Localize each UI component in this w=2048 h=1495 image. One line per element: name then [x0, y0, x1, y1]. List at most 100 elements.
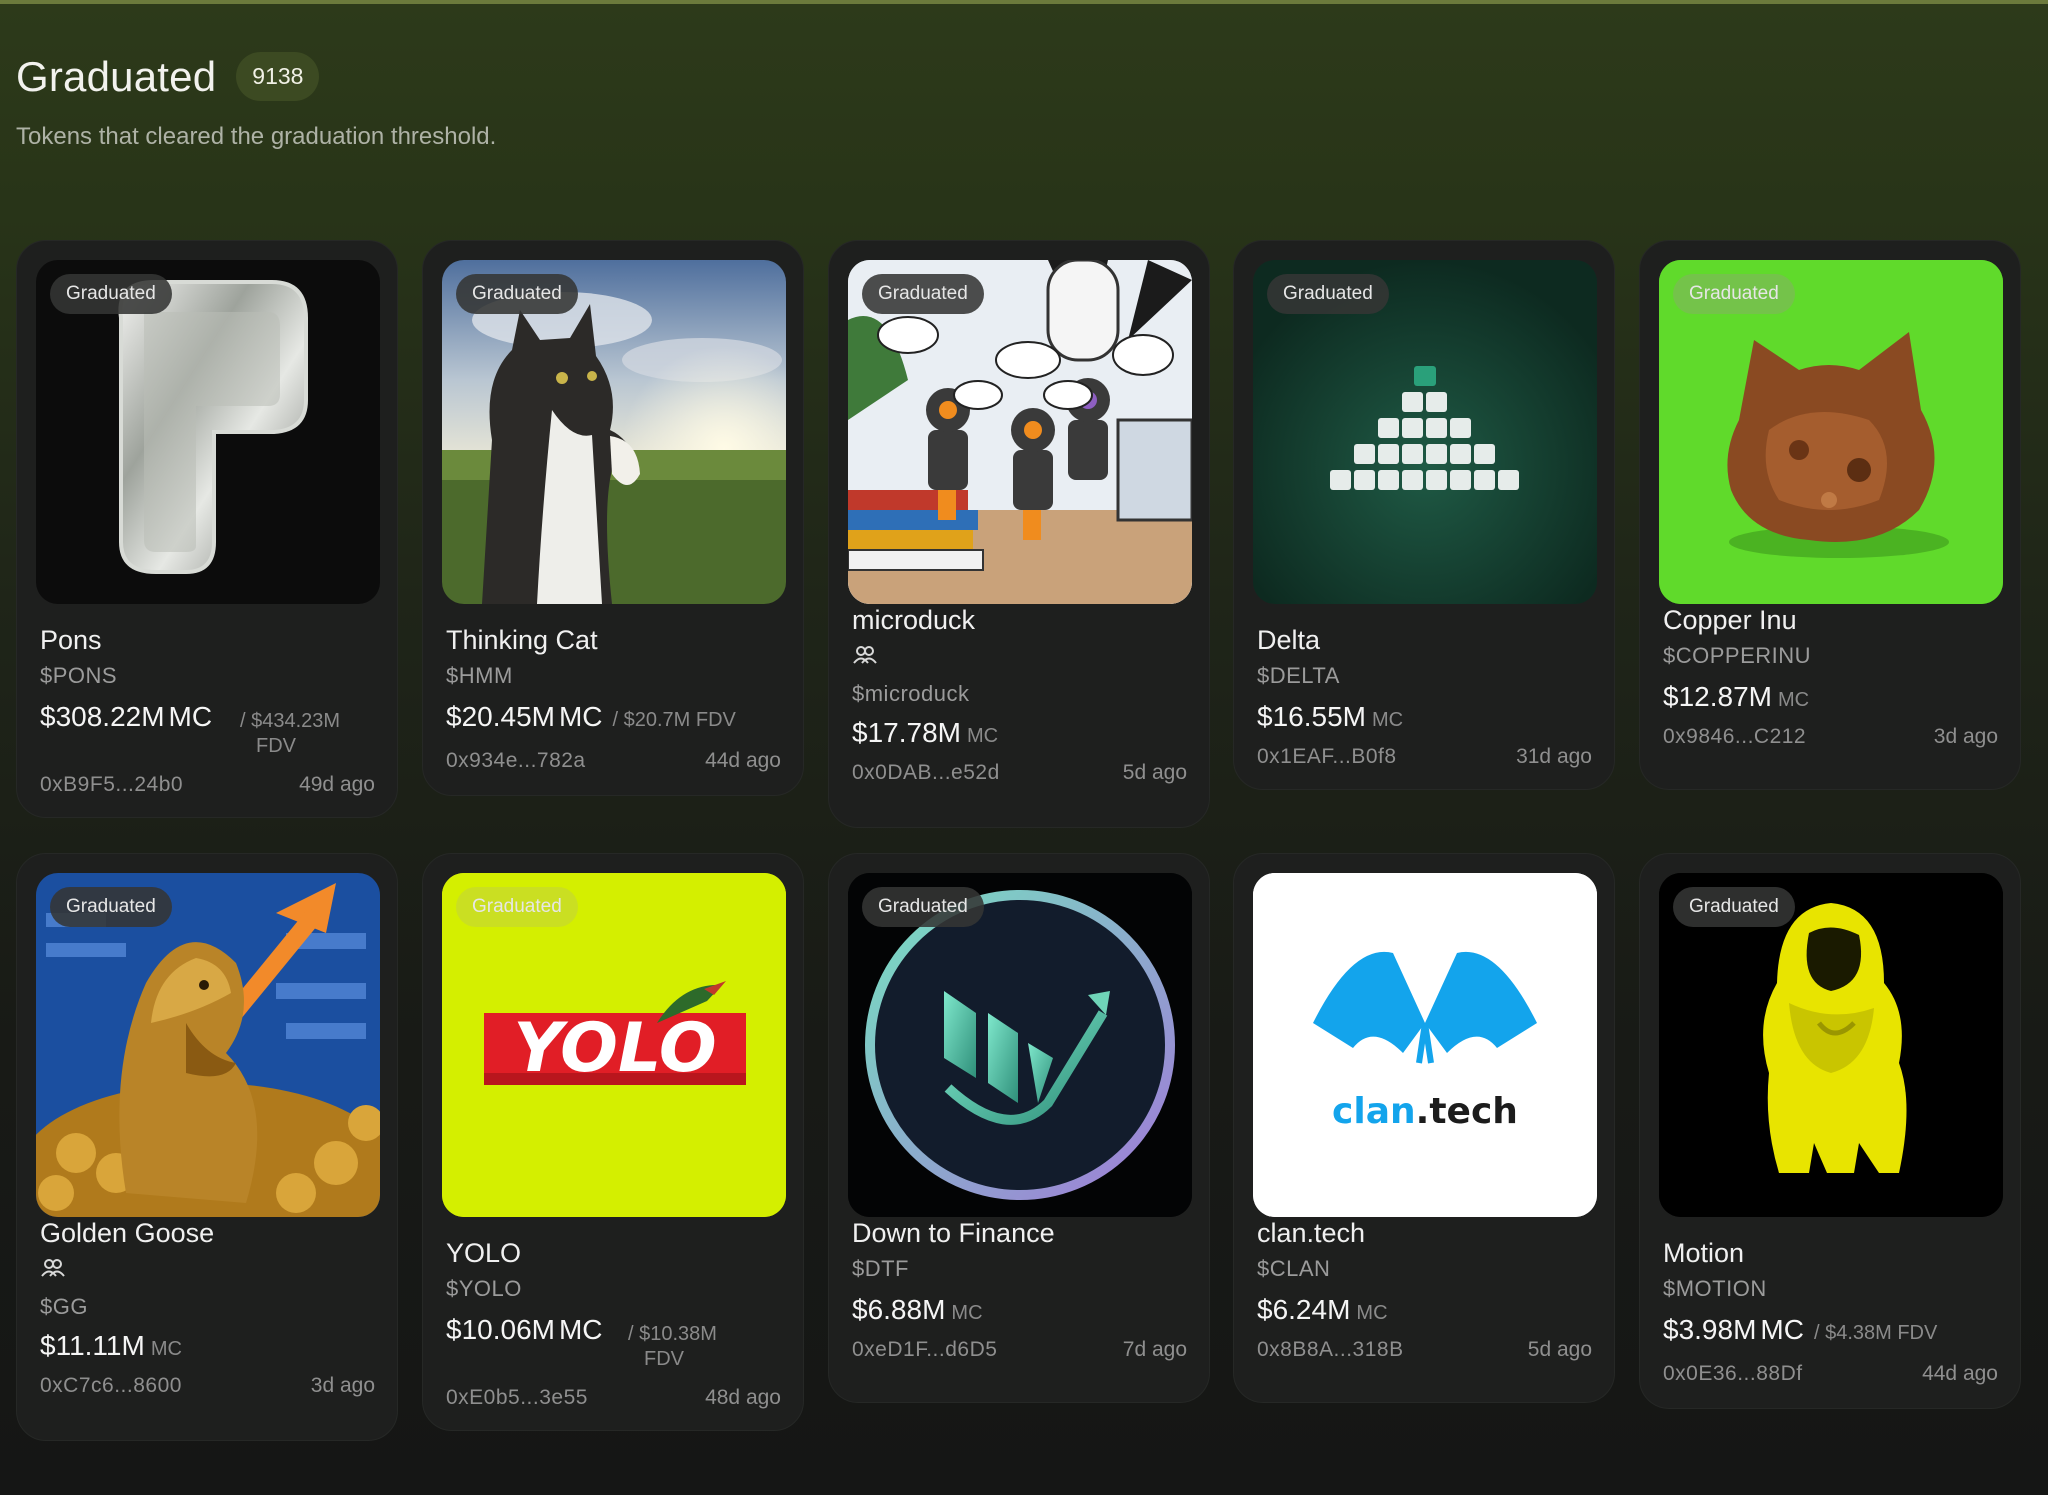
market-cap-unit: MC [1777, 689, 1810, 711]
token-address[interactable]: 0xC7c6...8600 [40, 1374, 182, 1398]
graduated-badge: Graduated [1267, 274, 1389, 314]
token-image-clan-tech: clan.tech [1253, 873, 1597, 1217]
fdv-value: / $20.7M FDV [612, 709, 736, 731]
token-image-motion: Graduated [1659, 873, 2003, 1217]
token-ticker: $DELTA [1257, 663, 1340, 688]
token-image-copper-inu: Graduated [1659, 260, 2003, 604]
market-cap-value: $20.45M [446, 701, 555, 732]
market-cap: $6.88M MC [852, 1294, 983, 1326]
delta-cube [1402, 392, 1423, 412]
clan-tech-logo-image: clan.tech [1253, 873, 1597, 1217]
token-address[interactable]: 0x0DAB...e52d [852, 761, 1000, 785]
graduated-badge: Graduated [456, 274, 578, 314]
token-image-yolo: YOLO Graduated [442, 873, 786, 1217]
market-cap-unit: MC [1371, 709, 1404, 731]
delta-cube [1450, 444, 1471, 464]
token-image-microduck: Graduated [848, 260, 1192, 604]
market-cap-value: $12.87M [1663, 681, 1772, 712]
page-title: Graduated [16, 52, 217, 100]
market-cap-unit: MC [168, 701, 213, 732]
tech-logo-text: .tech [1416, 1091, 1518, 1132]
market-cap: $3.98M MC / $4.38M FDV [1663, 1314, 1937, 1346]
market-cap-value: $17.78M [852, 717, 961, 748]
token-name: YOLO [446, 1238, 522, 1268]
token-address[interactable]: 0x9846...C212 [1663, 725, 1806, 749]
market-cap-value: $3.98M [1663, 1314, 1757, 1345]
token-age: 44d ago [1922, 1362, 1998, 1385]
delta-cube [1378, 470, 1399, 490]
delta-cube [1474, 444, 1495, 464]
token-card-motion[interactable]: Graduated Motion $MOTION $3.98M MC / $4.38… [1639, 853, 2021, 1409]
fdv-prefix: / [240, 710, 246, 732]
yolo-logo-text: YOLO [513, 1009, 716, 1088]
delta-cube [1402, 418, 1423, 438]
market-cap-value: $10.06M [446, 1314, 555, 1345]
token-image-down-to-finance: Graduated [848, 873, 1192, 1217]
token-ticker: $MOTION [1663, 1276, 1767, 1301]
token-name: clan.tech [1257, 1218, 1366, 1248]
market-cap: $12.87M MC [1663, 681, 1809, 713]
delta-cube [1426, 418, 1447, 438]
fdv-value: / $434.23M FDV [240, 709, 390, 759]
people-icon [41, 1259, 65, 1277]
market-cap-unit: MC [966, 725, 999, 747]
token-age: 44d ago [705, 749, 781, 772]
token-name: Down to Finance [852, 1218, 1055, 1248]
people-icon [853, 646, 877, 664]
top-accent-line [0, 0, 2048, 4]
token-card-thinking-cat[interactable]: Graduated Thinking Cat $HMM $20.45M MC / $… [422, 240, 804, 796]
graduated-badge: Graduated [1673, 274, 1795, 314]
token-ticker: $HMM [446, 663, 513, 688]
token-card-clan-tech[interactable]: clan.tech clan.tech $CLAN $6.24M MC 0x8B8… [1233, 853, 1615, 1403]
delta-cube [1474, 470, 1495, 490]
token-age: 3d ago [310, 1374, 375, 1397]
token-card-down-to-finance[interactable]: Graduated Down to Finance $DTF $6.88M MC … [828, 853, 1210, 1403]
market-cap: $20.45M MC / $20.7M FDV [446, 701, 736, 733]
token-address[interactable]: 0x8B8A...318B [1257, 1338, 1404, 1362]
token-card-golden-goose[interactable]: Graduated Golden Goose $GG $11.11M MC 0xC… [16, 853, 398, 1441]
market-cap-unit: MC [558, 1314, 603, 1345]
delta-cube [1426, 444, 1447, 464]
token-image-golden-goose: Graduated [36, 873, 380, 1217]
token-name: microduck [852, 605, 976, 635]
delta-cube [1426, 470, 1447, 490]
token-ticker: $PONS [40, 663, 118, 688]
token-image-thinking-cat: Graduated [442, 260, 786, 604]
delta-cube [1354, 470, 1375, 490]
token-address[interactable]: 0x934e...782a [446, 749, 586, 773]
fdv-unit: FDV [256, 735, 296, 757]
market-cap-value: $6.88M [852, 1294, 946, 1325]
token-card-delta[interactable]: Graduated Delta $DELTA $16.55M MC 0x1EAF.… [1233, 240, 1615, 790]
delta-cube [1378, 444, 1399, 464]
graduated-badge: Graduated [862, 887, 984, 927]
market-cap-unit: MC [150, 1338, 182, 1360]
token-address[interactable]: 0xB9F5...24b0 [40, 773, 183, 797]
delta-cube [1426, 392, 1447, 412]
market-cap-unit: MC [951, 1302, 983, 1324]
graduated-badge: Graduated [1673, 887, 1795, 927]
market-cap-value: $6.24M [1257, 1294, 1351, 1325]
token-age: 31d ago [1516, 745, 1592, 768]
market-cap: $17.78M MC [852, 717, 998, 749]
graduated-badge: Graduated [456, 887, 578, 927]
token-ticker: $COPPERINU [1663, 643, 1812, 668]
fdv-prefix: / [628, 1323, 634, 1345]
token-card-yolo[interactable]: YOLO Graduated YOLO $YOLO $10.06M MC / $1… [422, 853, 804, 1431]
clan-logo-text: clan [1332, 1091, 1416, 1132]
token-ticker: $microduck [852, 681, 970, 706]
token-ticker: $CLAN [1257, 1256, 1331, 1281]
token-name: Pons [40, 625, 102, 655]
token-address[interactable]: 0xeD1F...d6D5 [852, 1338, 997, 1362]
token-address[interactable]: 0x0E36...88Df [1663, 1362, 1803, 1386]
token-card-microduck[interactable]: Graduated microduck $microduck $17.78M MC… [828, 240, 1210, 828]
delta-cube [1450, 418, 1471, 438]
token-card-copper-inu[interactable]: Graduated Copper Inu $COPPERINU $12.87M M… [1639, 240, 2021, 790]
token-age: 3d ago [1933, 725, 1998, 748]
delta-cube [1402, 470, 1423, 490]
svg-text:clan.tech: clan.tech [1332, 1091, 1518, 1132]
token-address[interactable]: 0xE0b5...3e55 [446, 1386, 588, 1410]
token-card-pons[interactable]: Graduated Pons $PONS $308.22M MC / $434.2… [16, 240, 398, 818]
token-address[interactable]: 0x1EAF...B0f8 [1257, 745, 1397, 769]
token-age: 7d ago [1122, 1338, 1187, 1361]
token-age: 5d ago [1122, 761, 1187, 784]
